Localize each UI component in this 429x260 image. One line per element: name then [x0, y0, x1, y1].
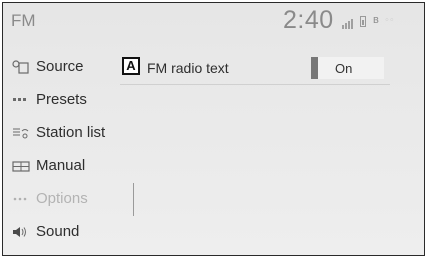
option-label: FM radio text: [147, 60, 229, 76]
sidebar-item-label: Station list: [36, 124, 106, 141]
bluetooth-icon: ʙ: [373, 14, 379, 26]
faint-status-icon: ◦◦: [385, 14, 395, 26]
sidebar-item-manual[interactable]: Manual: [3, 149, 134, 182]
fm-radio-text-toggle[interactable]: On: [311, 57, 384, 79]
station-list-icon: [12, 126, 30, 140]
sidebar-item-presets[interactable]: Presets: [3, 83, 134, 116]
active-item-divider: [133, 183, 134, 216]
source-icon: [12, 60, 30, 74]
battery-icon: [360, 16, 366, 27]
sidebar-item-options[interactable]: Options: [3, 182, 134, 215]
sidebar-item-label: Options: [36, 190, 88, 207]
status-icons: ʙ ◦◦: [342, 14, 422, 29]
manual-icon: [12, 159, 30, 173]
toggle-indicator: [311, 57, 318, 79]
sidebar-item-label: Presets: [36, 91, 87, 108]
option-row-fm-radio-text[interactable]: A FM radio text On: [120, 51, 390, 85]
clock: 2:40: [283, 6, 334, 34]
sidebar-item-source[interactable]: Source: [3, 50, 134, 83]
presets-icon: [12, 93, 30, 107]
sidebar-item-label: Sound: [36, 223, 80, 240]
sidebar-item-label: Manual: [36, 157, 86, 174]
sidebar-item-station-list[interactable]: Station list: [3, 116, 134, 149]
sidebar-item-label: Source: [36, 58, 84, 75]
sidebar-item-sound[interactable]: Sound: [3, 215, 134, 248]
speaker-icon: [12, 225, 30, 239]
options-icon: [12, 192, 30, 206]
toggle-value: On: [335, 61, 353, 76]
callout-badge: A: [122, 57, 140, 75]
title-bar: FM 2:40 ʙ ◦◦: [3, 3, 424, 39]
infotainment-screen: FM 2:40 ʙ ◦◦ Source Presets Station list…: [2, 2, 425, 256]
page-title: FM: [11, 11, 36, 30]
